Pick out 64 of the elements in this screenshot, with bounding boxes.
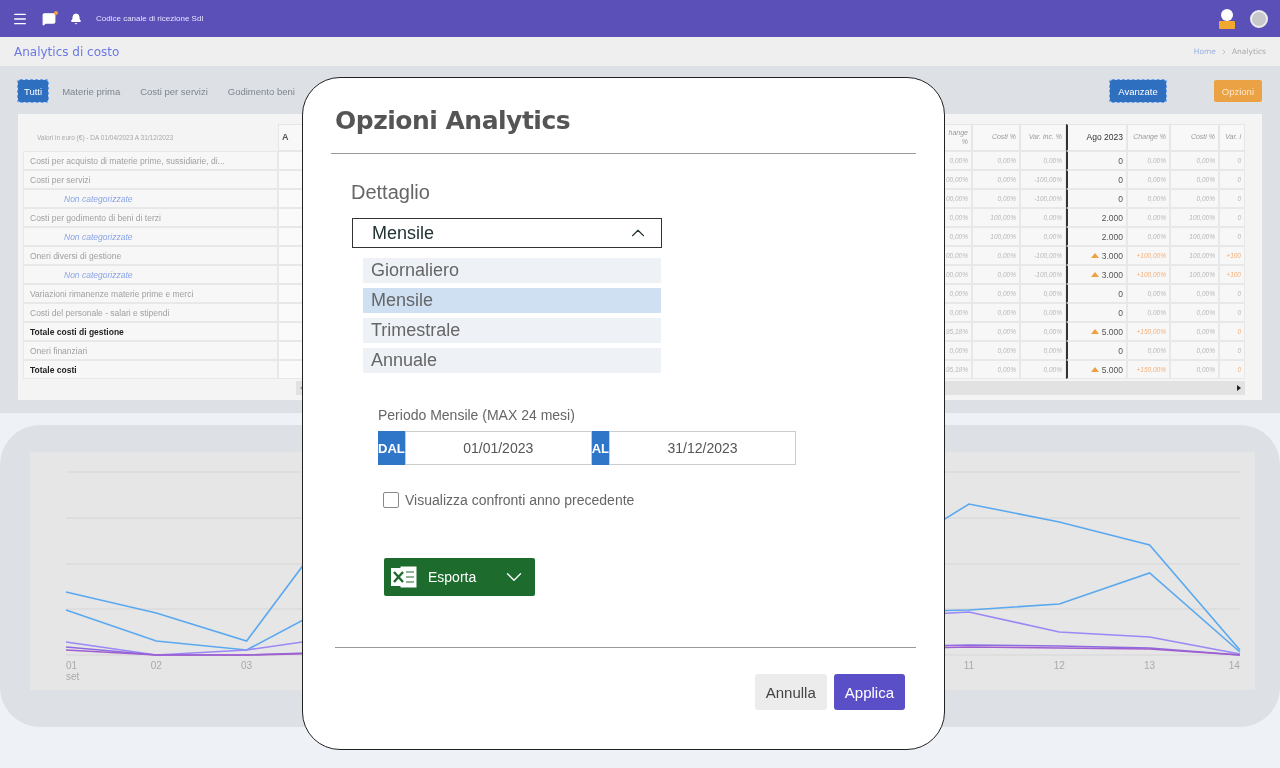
table-cell: 3.000 — [1066, 265, 1127, 284]
top-bar-title: Codice canale di ricezione SdI — [96, 14, 204, 23]
row-label: Costi per servizi — [23, 170, 278, 189]
up-triangle-icon — [1090, 253, 1099, 258]
up-triangle-icon — [1090, 329, 1099, 334]
up-triangle-icon — [1090, 367, 1099, 372]
checkbox-label: Visualizza confronti anno precedente — [405, 492, 635, 508]
badge-icon[interactable] — [1218, 7, 1236, 30]
period-select[interactable]: Mensile — [352, 218, 662, 248]
axis-label: 02 — [150, 660, 162, 671]
axis-label: 01 set — [66, 660, 80, 682]
row-label: Oneri diversi di gestione — [23, 246, 278, 265]
cancel-button[interactable]: Annulla — [754, 674, 827, 710]
table-cell: 5.000 — [1066, 322, 1127, 341]
table-cell: 3.000 — [1066, 246, 1127, 265]
checkbox[interactable] — [383, 492, 399, 508]
row-label: Non categorizzate — [23, 189, 278, 208]
table-cell: 0 — [1066, 189, 1127, 208]
row-label: Costi per acquisto di materie prime, sussidiarie, di... — [23, 151, 278, 170]
up-triangle-icon — [1090, 272, 1099, 277]
table-cell: 2.000 — [1066, 208, 1127, 227]
chat-icon[interactable] — [42, 11, 56, 26]
table-cell: 0 — [1066, 170, 1127, 189]
table-cell: 5.000 — [1066, 360, 1127, 379]
avatar[interactable] — [1250, 9, 1268, 28]
bell-icon[interactable] — [70, 12, 82, 25]
axis-label: 11 — [963, 660, 975, 671]
row-label: Costi del personale - salari e stipendi — [23, 303, 278, 322]
row-label: Non categorizzate — [23, 265, 278, 284]
from-date-field[interactable]: 01/01/2023 — [404, 431, 592, 465]
column-header: Ago 2023 — [1066, 124, 1127, 151]
row-label: Totale costi — [23, 360, 278, 379]
spreadsheet-icon — [390, 564, 418, 590]
advanced-button[interactable]: Avanzate — [1110, 80, 1166, 102]
table-cell: 0 — [1066, 151, 1127, 170]
select-option[interactable]: Trimestrale — [363, 318, 661, 343]
filter-tab[interactable]: Godimento beni — [221, 80, 301, 102]
table-cell: 0 — [1066, 341, 1127, 360]
field-label: Periodo Mensile (MAX 24 mesi) — [378, 407, 575, 423]
export-button[interactable]: Esporta — [384, 558, 535, 596]
apply-button[interactable]: Applica — [833, 674, 905, 710]
filter-tab[interactable]: Tutti — [18, 80, 49, 102]
row-label: Variazioni rimanenze materie prime e merci — [23, 284, 278, 303]
field-label: Dettaglio — [351, 181, 430, 204]
filter-tab[interactable]: Materie prima — [56, 80, 127, 102]
row-label: Oneri finanziari — [23, 341, 278, 360]
row-label: Costi per godimento di beni di terzi — [23, 208, 278, 227]
axis-label: 12 — [1053, 660, 1065, 671]
table-cell: 2.000 — [1066, 227, 1127, 246]
row-label: Totale costi di gestione — [23, 322, 278, 341]
row-label: Non categorizzate — [23, 227, 278, 246]
select-option[interactable]: Annuale — [363, 348, 661, 373]
from-label: DAL — [378, 431, 405, 465]
dialog-title: Opzioni Analytics — [335, 106, 572, 135]
select-option[interactable]: Giornaliero — [363, 258, 661, 283]
axis-label: 14 — [1228, 660, 1240, 671]
page-title: Analytics di costo — [14, 44, 120, 59]
to-date-field[interactable]: 31/12/2023 — [609, 431, 797, 465]
table-cell: 0 — [1066, 284, 1127, 303]
axis-label: 13 — [1144, 660, 1156, 671]
axis-label: 03 — [241, 660, 253, 671]
table-cell: 0 — [1066, 303, 1127, 322]
select-option[interactable]: Mensile — [363, 288, 661, 313]
filter-tab[interactable]: Costi per servizi — [134, 80, 214, 102]
